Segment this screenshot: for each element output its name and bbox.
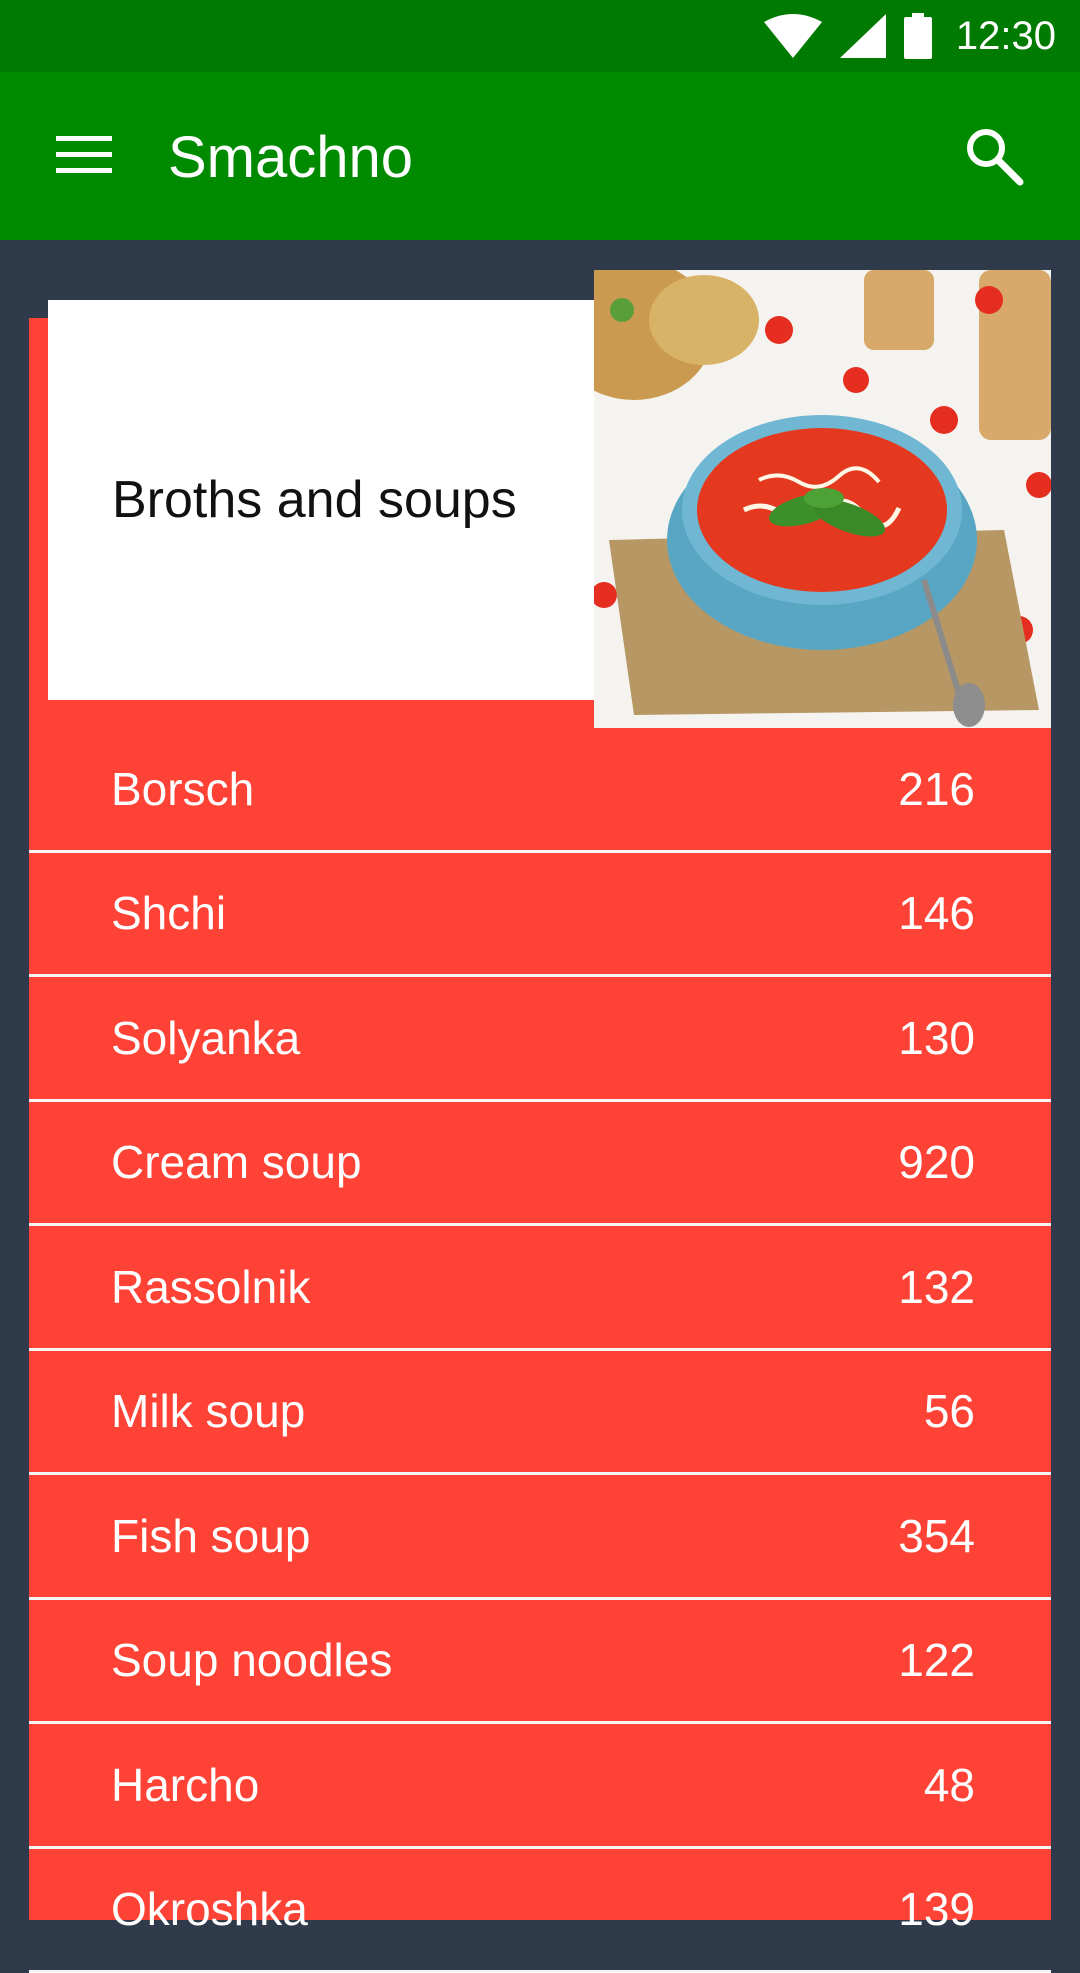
- recipe-count: 216: [898, 762, 975, 816]
- recipe-name: Shchi: [111, 886, 226, 940]
- wifi-icon: [764, 14, 822, 58]
- category-header: Broths and soups: [48, 300, 594, 700]
- list-item[interactable]: Soup noodles 122: [29, 1600, 1051, 1725]
- list-item[interactable]: Rassolnik 132: [29, 1226, 1051, 1351]
- list-item[interactable]: Harcho 48: [29, 1724, 1051, 1849]
- recipe-name: Fish soup: [111, 1509, 310, 1563]
- recipe-count: 48: [924, 1758, 975, 1812]
- recipe-name: Solyanka: [111, 1011, 300, 1065]
- recipe-count: 920: [898, 1135, 975, 1189]
- list-item[interactable]: Milk soup 56: [29, 1351, 1051, 1476]
- list-item[interactable]: Shchi 146: [29, 853, 1051, 978]
- app-bar: Smachno: [0, 72, 1080, 240]
- recipe-count: 122: [898, 1633, 975, 1687]
- status-icons: 12:30: [764, 0, 1056, 72]
- recipe-count: 132: [898, 1260, 975, 1314]
- list-item[interactable]: Solyanka 130: [29, 977, 1051, 1102]
- search-icon[interactable]: [962, 124, 1026, 188]
- status-bar: 12:30: [0, 0, 1080, 72]
- status-time: 12:30: [956, 14, 1056, 59]
- recipe-list: Borsch 216 Shchi 146 Solyanka 130 Cream …: [29, 728, 1051, 1973]
- recipe-name: Borsch: [111, 762, 254, 816]
- recipe-category-card: Broths and soups Borsch 216 Shchi: [0, 240, 1080, 1920]
- recipe-name: Rassolnik: [111, 1260, 310, 1314]
- category-title: Broths and soups: [112, 470, 517, 530]
- soup-bowl-image: [594, 270, 1051, 728]
- list-item[interactable]: Fish soup 354: [29, 1475, 1051, 1600]
- signal-icon: [840, 14, 886, 58]
- battery-icon: [904, 13, 932, 59]
- recipe-count: 146: [898, 886, 975, 940]
- list-item[interactable]: Cream soup 920: [29, 1102, 1051, 1227]
- menu-icon[interactable]: [56, 136, 112, 176]
- recipe-count: 354: [898, 1509, 975, 1563]
- recipe-count: 139: [898, 1882, 975, 1936]
- recipe-count: 56: [924, 1384, 975, 1438]
- list-item[interactable]: Borsch 216: [29, 728, 1051, 853]
- recipe-count: 130: [898, 1011, 975, 1065]
- recipe-name: Harcho: [111, 1758, 259, 1812]
- recipe-name: Milk soup: [111, 1384, 305, 1438]
- recipe-name: Cream soup: [111, 1135, 362, 1189]
- recipe-name: Okroshka: [111, 1882, 308, 1936]
- app-title: Smachno: [168, 124, 413, 191]
- recipe-name: Soup noodles: [111, 1633, 392, 1687]
- list-item[interactable]: Okroshka 139: [29, 1849, 1051, 1973]
